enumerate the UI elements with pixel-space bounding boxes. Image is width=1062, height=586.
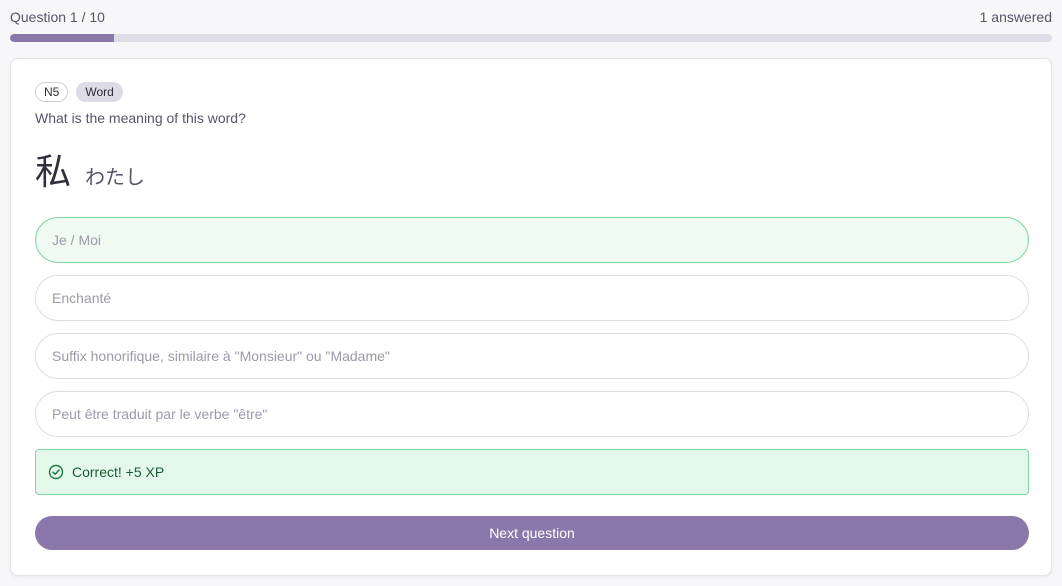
feedback-banner: Correct! +5 XP (35, 449, 1029, 495)
answer-option-correct[interactable]: Je / Moi (35, 217, 1029, 263)
answer-option-label: Je / Moi (52, 232, 102, 248)
progress-bar (10, 34, 1052, 42)
answer-option-label: Peut être traduit par le verbe "être" (52, 406, 268, 422)
level-badge: N5 (35, 82, 69, 102)
feedback-text: Correct! +5 XP (72, 464, 165, 480)
answer-option[interactable]: Suffix honorifique, similaire à "Monsieu… (35, 333, 1029, 379)
answer-options: Je / Moi Enchanté Suffix honorifique, si… (35, 217, 1029, 449)
answer-option-label: Suffix honorifique, similaire à "Monsieu… (52, 348, 390, 364)
next-question-button[interactable]: Next question (35, 516, 1029, 550)
type-badge: Word (76, 82, 123, 102)
kanji-word: 私 (35, 152, 72, 193)
question-card: N5 Word What is the meaning of this word… (10, 58, 1052, 576)
answer-option[interactable]: Enchanté (35, 275, 1029, 321)
kana-reading: わたし (85, 165, 146, 189)
answered-count: 1 answered (979, 9, 1052, 25)
quiz-header: Question 1 / 10 1 answered (10, 8, 1052, 26)
progress-bar-fill (10, 34, 115, 42)
answer-option-label: Enchanté (52, 290, 112, 306)
word-display: 私 わたし (35, 143, 145, 195)
badge-group: N5 Word (35, 82, 123, 102)
question-prompt: What is the meaning of this word? (35, 110, 246, 126)
answer-option[interactable]: Peut être traduit par le verbe "être" (35, 391, 1029, 437)
check-circle-icon (48, 464, 64, 480)
question-counter: Question 1 / 10 (10, 9, 105, 25)
